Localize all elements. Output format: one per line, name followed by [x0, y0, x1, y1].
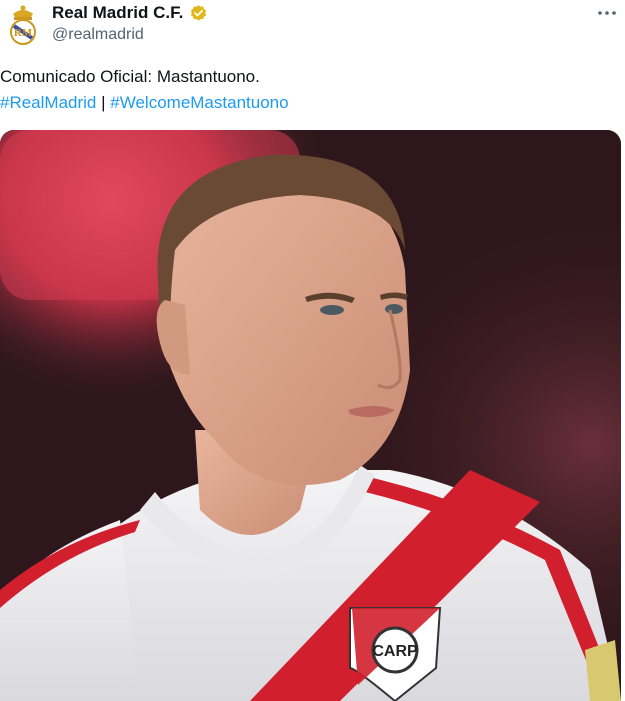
player-photo: CARP — [0, 130, 621, 701]
svg-text:RM: RM — [14, 27, 33, 39]
display-name[interactable]: Real Madrid C.F. — [52, 3, 183, 23]
hashtag-line: #RealMadrid | #WelcomeMastantuono — [0, 90, 289, 116]
tweet-header: RM Real Madrid C.F. @realmadrid — [0, 0, 625, 60]
tweet-body-text: Comunicado Oficial: Mastantuono. — [0, 67, 260, 86]
verified-badge-icon — [191, 4, 207, 21]
more-options-icon[interactable] — [595, 4, 619, 22]
tweet-text: Comunicado Oficial: Mastantuono. #RealMa… — [0, 64, 289, 116]
hashtag-welcomemastantuono[interactable]: #WelcomeMastantuono — [110, 93, 288, 112]
author-handle[interactable]: @realmadrid — [52, 26, 144, 44]
crest-text: CARP — [372, 643, 418, 660]
hashtag-realmadrid[interactable]: #RealMadrid — [0, 93, 96, 112]
tweet-media-photo[interactable]: CARP — [0, 130, 621, 701]
author-name-row[interactable]: Real Madrid C.F. — [52, 3, 208, 23]
hashtag-separator: | — [101, 93, 106, 112]
real-madrid-crest-avatar[interactable]: RM — [4, 2, 42, 46]
